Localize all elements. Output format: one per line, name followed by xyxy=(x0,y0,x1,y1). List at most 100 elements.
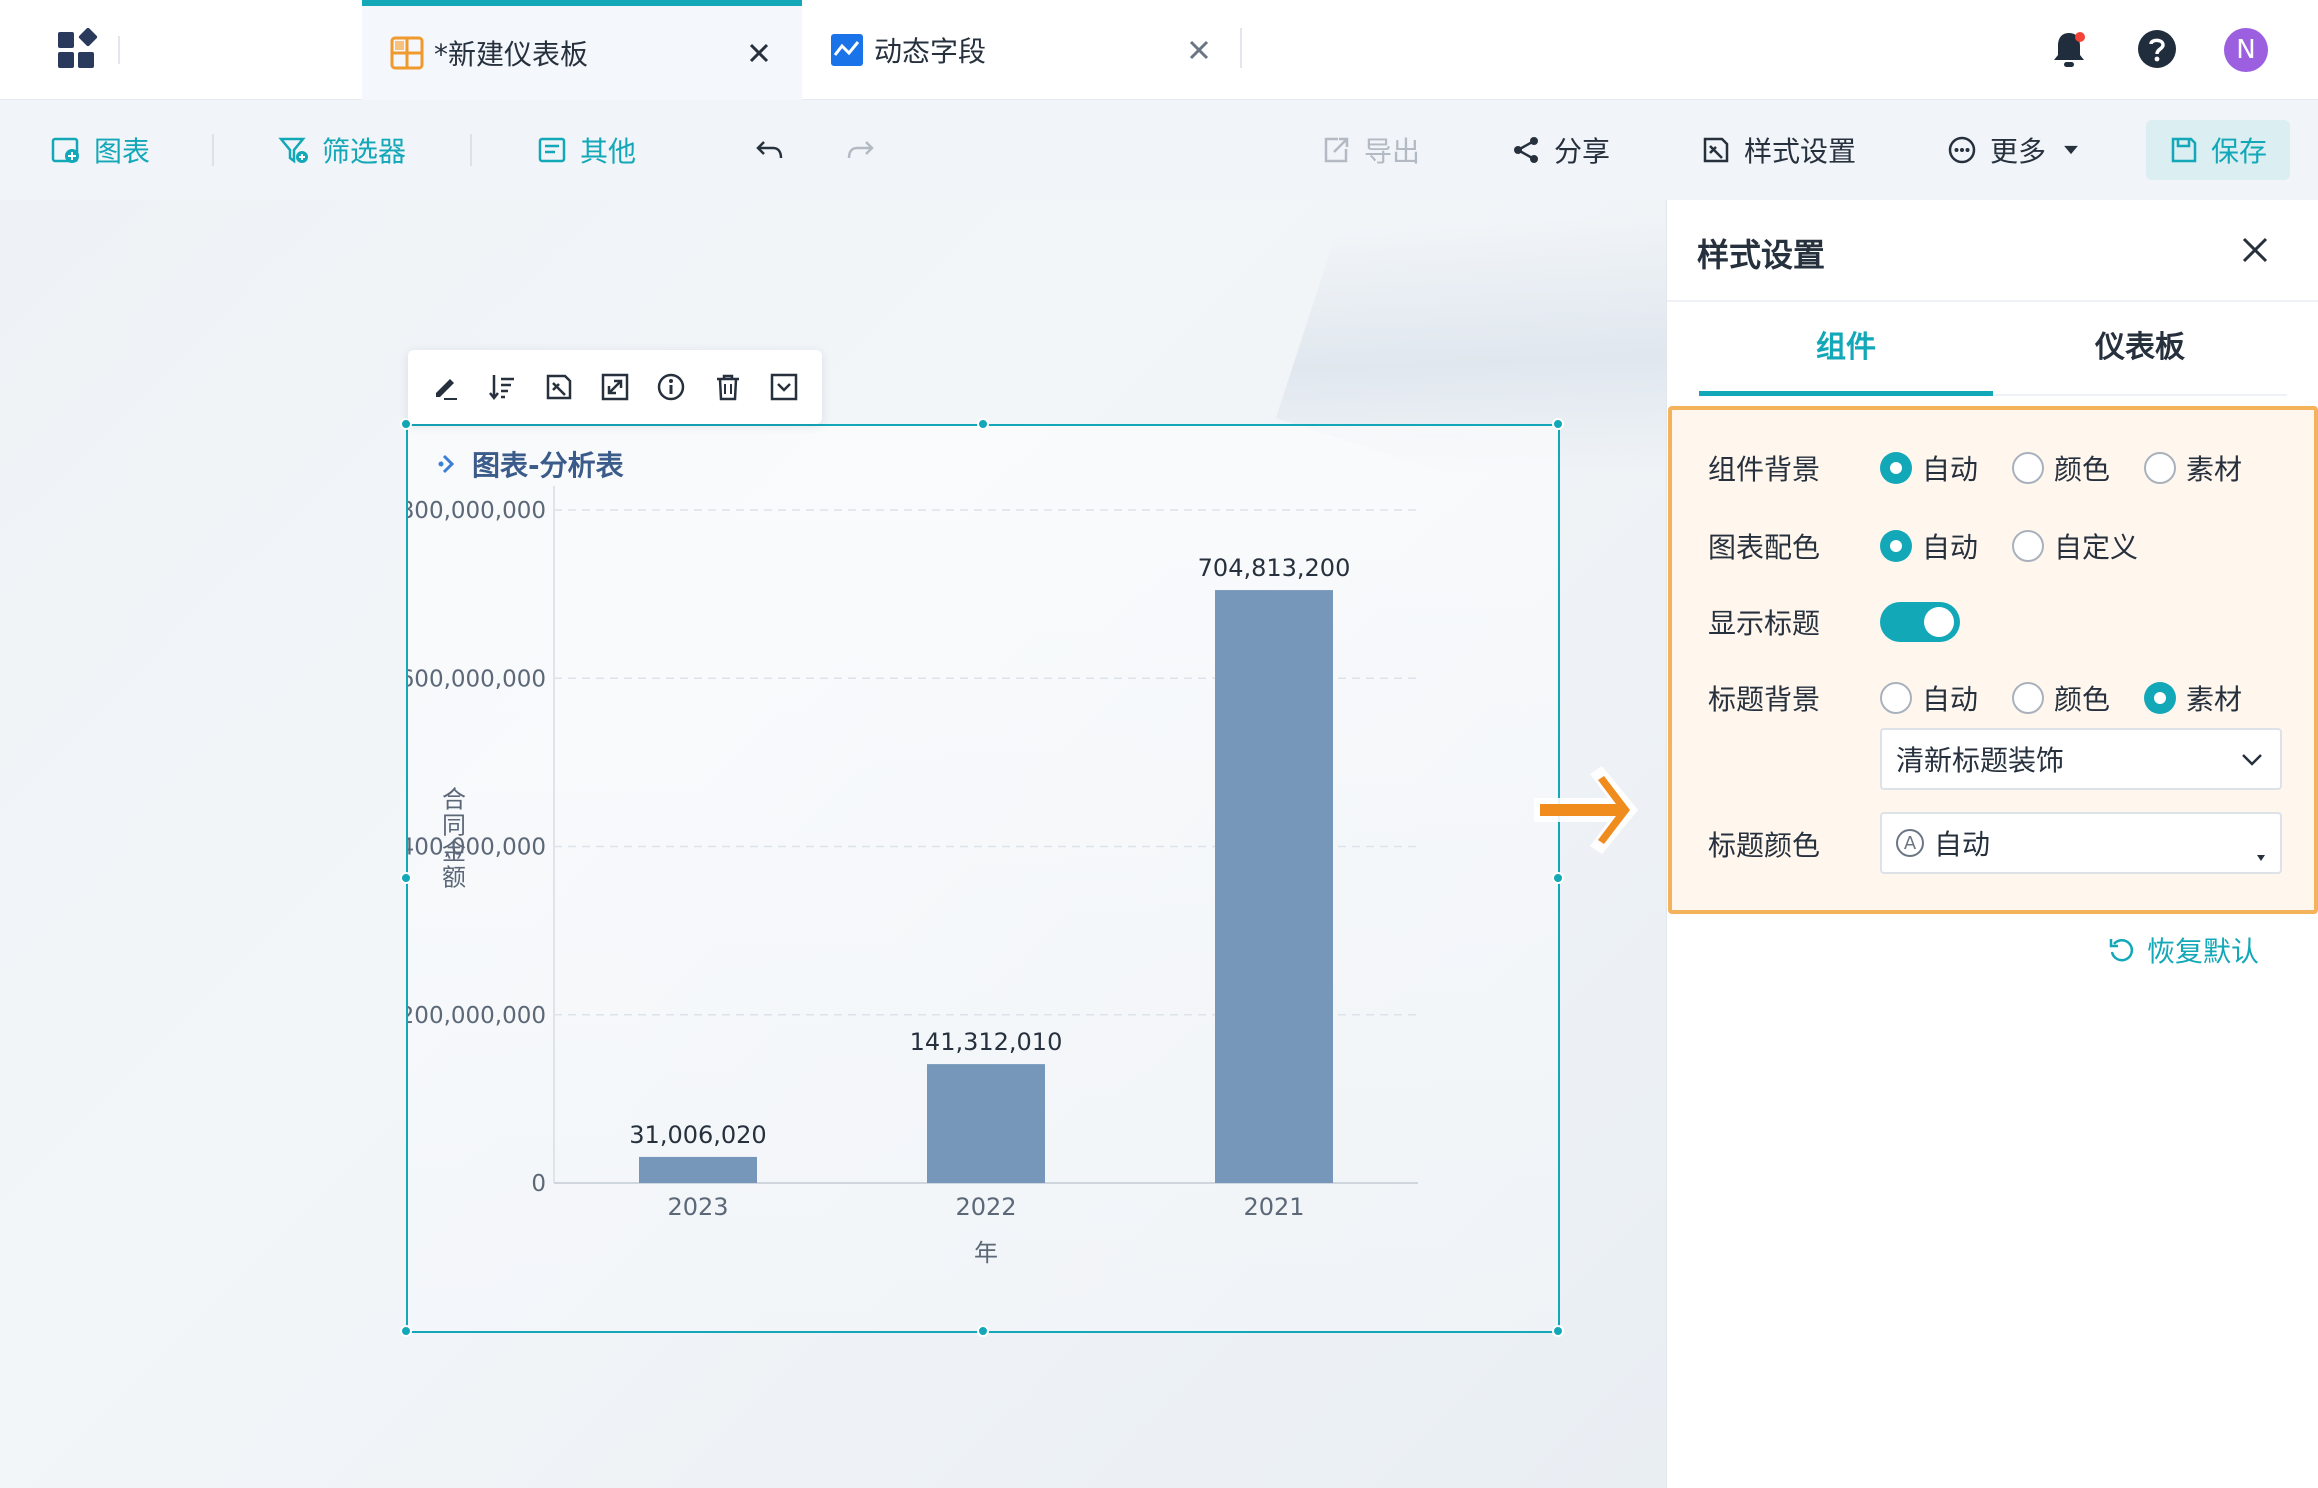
style-settings-label: 样式设置 xyxy=(1744,135,1857,168)
x-tick-label: 2021 xyxy=(1243,1193,1304,1221)
y-tick-label: 600,000,000 xyxy=(408,666,546,692)
radio-checked[interactable] xyxy=(1880,530,1912,562)
chart-palette-custom-radio[interactable]: 自定义 xyxy=(2012,526,2138,566)
undo-button[interactable] xyxy=(754,126,798,174)
data-label: 704,813,200 xyxy=(1198,554,1351,582)
share-label: 分享 xyxy=(1554,135,1611,168)
add-chart-label: 图表 xyxy=(94,135,151,168)
title-color-row: 标题颜色 xyxy=(1708,820,1880,868)
chevron-down-icon xyxy=(2242,754,2262,766)
component-background-row: 组件背景 自动 颜色 素材 xyxy=(1708,444,2276,492)
style-icon[interactable] xyxy=(543,371,575,403)
y-axis-title-char: 同 xyxy=(442,812,466,840)
more-dropdown[interactable]: 更多 xyxy=(1946,126,2082,174)
component-background-label: 组件背景 xyxy=(1708,453,1821,486)
chart-widget[interactable]: 图表-分析表 0 200,000,000 400,000,000 600,000,00… xyxy=(400,418,1564,1337)
panel-title: 样式设置 xyxy=(1697,236,1826,274)
title-color-picker[interactable]: A 自动 xyxy=(1880,812,2282,874)
data-label: 141,312,010 xyxy=(910,1028,1063,1056)
other-label: 其他 xyxy=(580,135,637,168)
arrow-right-icon xyxy=(1534,766,1638,854)
y-tick-label: 200,000,000 xyxy=(408,1003,546,1029)
filter-button[interactable]: 筛选器 xyxy=(278,126,406,174)
edit-icon[interactable] xyxy=(430,371,462,403)
radio-label: 自动 xyxy=(1922,531,1979,564)
dashboard-canvas[interactable]: 图表-分析表 0 200,000,000 400,000,000 600,000,00… xyxy=(0,200,1666,1488)
chart-palette-label: 图表配色 xyxy=(1708,531,1821,564)
delete-icon[interactable] xyxy=(712,371,744,403)
sort-icon[interactable] xyxy=(486,371,518,403)
title-bg-color-radio[interactable]: 颜色 xyxy=(2012,678,2110,718)
export-label: 导出 xyxy=(1364,135,1421,168)
help-icon[interactable] xyxy=(2136,28,2178,70)
style-settings-icon xyxy=(1703,137,1729,163)
close-icon[interactable] xyxy=(2239,234,2271,266)
title-material-value: 清新标题装饰 xyxy=(1896,744,2065,777)
fullscreen-icon[interactable] xyxy=(599,371,631,403)
caret-down-icon xyxy=(2064,145,2078,155)
bar xyxy=(639,1156,757,1183)
toolbar-separator xyxy=(470,134,472,166)
y-tick-label: 400,000,000 xyxy=(408,835,546,861)
radio-checked[interactable] xyxy=(1880,452,1912,484)
title-bg-auto-radio[interactable]: 自动 xyxy=(1880,678,1978,718)
show-title-toggle[interactable] xyxy=(1880,602,1960,642)
tab-new-dashboard[interactable]: *新建仪表板 xyxy=(362,0,802,100)
tab-component[interactable]: 组件 xyxy=(1699,326,1993,396)
tab-divider xyxy=(1240,28,1242,68)
close-icon[interactable] xyxy=(746,40,772,66)
topbar-separator xyxy=(118,36,120,64)
share-button[interactable]: 分享 xyxy=(1510,126,1610,174)
redo-button[interactable] xyxy=(844,126,888,174)
y-axis-title-char: 合 xyxy=(442,786,466,814)
close-icon[interactable] xyxy=(1186,37,1212,63)
y-axis-title-char: 额 xyxy=(442,864,466,892)
title-background-label: 标题背景 xyxy=(1708,683,1821,716)
radio-unchecked[interactable] xyxy=(2144,452,2177,484)
bell-icon[interactable] xyxy=(2048,28,2090,70)
add-chart-button[interactable]: 图表 xyxy=(50,126,150,174)
radio-unchecked[interactable] xyxy=(2012,682,2045,714)
collapse-icon[interactable] xyxy=(768,371,800,403)
title-bg-material-radio[interactable]: 素材 xyxy=(2144,678,2242,718)
y-tick-label: 0 xyxy=(531,1171,546,1197)
style-settings-button[interactable]: 样式设置 xyxy=(1700,126,1856,174)
avatar[interactable]: N xyxy=(2224,28,2268,72)
tab-dynamic-field[interactable]: 动态字段 xyxy=(802,0,1242,100)
radio-unchecked[interactable] xyxy=(1880,682,1912,714)
chart-palette-auto-radio[interactable]: 自动 xyxy=(1880,526,1978,566)
undo-icon xyxy=(756,141,783,159)
component-bg-auto-radio[interactable]: 自动 xyxy=(1880,448,1978,488)
title-color-label: 标题颜色 xyxy=(1708,829,1821,862)
share-icon xyxy=(1514,137,1538,163)
radio-label: 素材 xyxy=(2186,453,2243,486)
tab-dashboard[interactable]: 仪表板 xyxy=(1993,326,2287,396)
export-button[interactable]: 导出 xyxy=(1320,126,1420,174)
restore-default-button[interactable]: 恢复默认 xyxy=(2107,928,2259,972)
radio-label: 自定义 xyxy=(2054,531,2139,564)
app-grid-icon[interactable] xyxy=(56,28,100,72)
other-button[interactable]: 其他 xyxy=(536,126,636,174)
radio-unchecked[interactable] xyxy=(2012,530,2045,562)
y-axis-title: 合同金额 xyxy=(442,786,466,892)
save-button[interactable]: 保存 xyxy=(2146,120,2290,180)
component-bg-color-radio[interactable]: 颜色 xyxy=(2012,448,2110,488)
chart-palette-row: 图表配色 自动 自定义 xyxy=(1708,522,2172,570)
filter-icon xyxy=(278,137,308,164)
radio-checked[interactable] xyxy=(2144,682,2177,714)
highlighted-settings-group: 组件背景 自动 颜色 素材 图表配色 自动 自定义 显示标题 标题背景 自动 颜… xyxy=(1668,406,2318,914)
bar xyxy=(1215,590,1333,1183)
x-axis-title: 年 xyxy=(974,1239,998,1267)
x-tick-label: 2023 xyxy=(667,1193,728,1221)
bar xyxy=(927,1064,1045,1183)
title-material-select[interactable]: 清新标题装饰 xyxy=(1880,728,2282,790)
info-icon[interactable] xyxy=(655,371,687,403)
filter-label: 筛选器 xyxy=(322,135,407,168)
radio-unchecked[interactable] xyxy=(2012,452,2045,484)
line-chart-icon xyxy=(831,34,863,66)
save-label: 保存 xyxy=(2210,135,2267,168)
radio-label: 自动 xyxy=(1922,453,1979,486)
toolbar-separator xyxy=(212,134,214,166)
component-bg-material-radio[interactable]: 素材 xyxy=(2144,448,2242,488)
export-icon xyxy=(1324,137,1349,163)
